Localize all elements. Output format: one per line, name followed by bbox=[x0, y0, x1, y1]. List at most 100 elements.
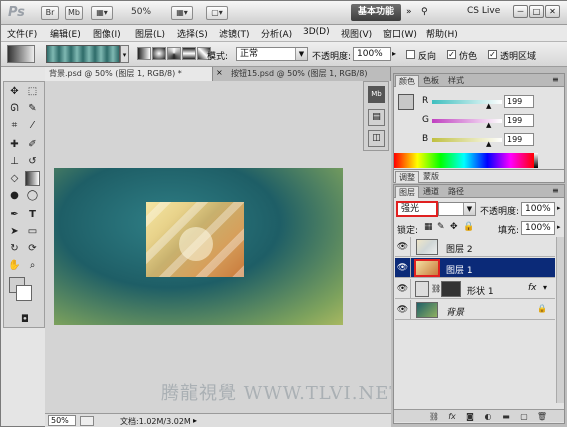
fill-input[interactable]: 100% bbox=[521, 221, 555, 235]
new-layer-icon[interactable]: ▢ bbox=[518, 411, 530, 422]
layer1-name[interactable]: 图层 1 bbox=[446, 263, 473, 276]
layer2-name[interactable]: 图层 2 bbox=[446, 242, 473, 255]
reverse-checkbox[interactable] bbox=[406, 50, 415, 59]
menu-filter[interactable]: 滤镜(T) bbox=[219, 27, 250, 40]
tab-adjustments[interactable]: 调整 bbox=[395, 171, 419, 183]
layer-opacity-input[interactable]: 100% bbox=[521, 202, 555, 216]
status-menu-icon[interactable]: ▸ bbox=[193, 416, 197, 425]
menu-select[interactable]: 选择(S) bbox=[177, 27, 208, 40]
blend-mode-dropdown[interactable]: ▼ bbox=[438, 202, 476, 216]
healing-brush-icon[interactable]: ✚ bbox=[7, 137, 22, 152]
expand-effects-icon[interactable]: ▾ bbox=[543, 283, 547, 292]
current-color-swatch[interactable] bbox=[398, 94, 414, 110]
arrange-documents-button[interactable]: ▦▾ bbox=[171, 6, 193, 20]
link-layers-icon[interactable]: ⛓ bbox=[428, 411, 440, 422]
menu-edit[interactable]: 编辑(E) bbox=[50, 27, 81, 40]
screen-mode-button[interactable]: ▢▾ bbox=[206, 6, 228, 20]
menu-analysis[interactable]: 分析(A) bbox=[261, 27, 292, 40]
fx-icon[interactable]: fx bbox=[528, 283, 537, 293]
background-color-swatch[interactable] bbox=[16, 285, 32, 301]
r-slider-handle-icon[interactable]: ▲ bbox=[486, 102, 491, 110]
history-panel-icon[interactable]: ▤ bbox=[368, 109, 385, 126]
dodge-tool-icon[interactable]: ◯ bbox=[25, 188, 40, 203]
fill-arrow-icon[interactable]: ▸ bbox=[557, 223, 561, 231]
new-group-icon[interactable]: ▬ bbox=[500, 411, 512, 422]
status-bar-icon[interactable] bbox=[80, 416, 94, 426]
lock-transparent-icon[interactable]: ▦ bbox=[424, 222, 433, 232]
lock-all-icon[interactable]: 🔒 bbox=[463, 222, 474, 232]
adjustment-layer-icon[interactable]: ◐ bbox=[482, 411, 494, 422]
gradient-dropdown-icon[interactable]: ▾ bbox=[120, 45, 129, 63]
g-slider[interactable] bbox=[432, 119, 502, 123]
eye-icon[interactable]: 👁 bbox=[395, 237, 411, 257]
bridge-button[interactable]: Br bbox=[41, 6, 59, 20]
maximize-button[interactable]: □ bbox=[529, 5, 544, 18]
lock-pixels-icon[interactable]: ✎ bbox=[437, 222, 445, 232]
mini-bridge-panel-icon[interactable]: Mb bbox=[368, 86, 385, 103]
close-button[interactable]: ✕ bbox=[545, 5, 560, 18]
mode-select[interactable]: 正常 ▼ bbox=[236, 47, 308, 61]
move-tool-icon[interactable]: ✥ bbox=[7, 84, 22, 99]
clone-stamp-icon[interactable]: ⊥ bbox=[7, 154, 22, 169]
b-value-input[interactable]: 199 bbox=[504, 133, 534, 146]
menu-window[interactable]: 窗口(W) bbox=[383, 27, 417, 40]
menu-image[interactable]: 图像(I) bbox=[93, 27, 121, 40]
transparency-checkbox[interactable]: ✓ bbox=[488, 50, 497, 59]
quick-mask-icon[interactable]: ◘ bbox=[16, 312, 34, 327]
shape1-name[interactable]: 形状 1 bbox=[467, 284, 494, 297]
pen-tool-icon[interactable]: ✒ bbox=[7, 207, 22, 222]
zoom-level-menu[interactable]: 50% bbox=[131, 7, 151, 17]
layer-row-layer1[interactable]: 👁 图层 1 bbox=[395, 258, 555, 278]
hand-tool-icon[interactable]: ✋ bbox=[7, 258, 22, 273]
workspace-more-icon[interactable]: » bbox=[406, 7, 412, 17]
history-brush-icon[interactable]: ↺ bbox=[25, 154, 40, 169]
add-style-icon[interactable]: fx bbox=[446, 411, 458, 422]
type-tool-icon[interactable]: T bbox=[25, 207, 40, 222]
layers-scrollbar[interactable] bbox=[556, 237, 564, 403]
tab-styles[interactable]: 样式 bbox=[445, 75, 467, 87]
gradient-tool-icon[interactable] bbox=[25, 171, 40, 186]
panel-menu-icon[interactable]: ≡ bbox=[552, 75, 559, 84]
actions-panel-icon[interactable]: ◫ bbox=[368, 130, 385, 147]
crop-tool-icon[interactable]: ⌗ bbox=[7, 118, 22, 133]
menu-view[interactable]: 视图(V) bbox=[341, 27, 372, 40]
cs-live-button[interactable]: CS Live bbox=[467, 6, 500, 16]
status-zoom-input[interactable]: 50% bbox=[48, 415, 76, 426]
delete-layer-icon[interactable]: 🗑 bbox=[536, 411, 548, 422]
opacity-arrow-icon[interactable]: ▸ bbox=[392, 49, 396, 58]
quick-select-tool-icon[interactable]: ✎ bbox=[25, 101, 40, 116]
layer-row-background[interactable]: 👁 背景 🔒 bbox=[395, 300, 555, 320]
tab-document-1[interactable]: 背景.psd @ 50% (图层 1, RGB/8) * bbox=[45, 67, 213, 81]
layer-row-shape1[interactable]: 👁 ⛓ 形状 1 fx ▾ bbox=[395, 279, 555, 299]
shape-tool-icon[interactable]: ▭ bbox=[25, 224, 40, 239]
search-icon[interactable]: ⚲ bbox=[421, 7, 428, 17]
marquee-tool-icon[interactable]: ⬚ bbox=[25, 84, 40, 99]
background-name[interactable]: 背景 bbox=[446, 305, 464, 318]
zoom-tool-icon[interactable]: ⌕ bbox=[25, 258, 40, 273]
layers-menu-icon[interactable]: ≡ bbox=[552, 186, 559, 195]
brush-tool-icon[interactable]: ✐ bbox=[25, 137, 40, 152]
3d-orbit-tool-icon[interactable]: ⟳ bbox=[25, 241, 40, 256]
tab-channels[interactable]: 通道 bbox=[420, 186, 442, 198]
eraser-tool-icon[interactable]: ◇ bbox=[7, 171, 22, 186]
tab-color[interactable]: 颜色 bbox=[395, 75, 419, 87]
dither-checkbox[interactable]: ✓ bbox=[447, 50, 456, 59]
menu-layer[interactable]: 图层(L) bbox=[135, 27, 165, 40]
mini-bridge-button[interactable]: Mb bbox=[65, 6, 83, 20]
eye-icon[interactable]: 👁 bbox=[395, 279, 411, 299]
b-slider[interactable] bbox=[432, 138, 502, 142]
g-value-input[interactable]: 199 bbox=[504, 114, 534, 127]
color-spectrum-bw[interactable] bbox=[534, 153, 538, 168]
lock-position-icon[interactable]: ✥ bbox=[450, 222, 458, 232]
add-mask-icon[interactable]: ◙ bbox=[464, 411, 476, 422]
color-spectrum[interactable] bbox=[394, 153, 534, 168]
eye-icon[interactable]: 👁 bbox=[395, 258, 411, 278]
gradient-picker[interactable] bbox=[46, 45, 120, 63]
tab-swatches[interactable]: 色板 bbox=[420, 75, 442, 87]
path-select-tool-icon[interactable]: ➤ bbox=[7, 224, 22, 239]
chain-link-icon[interactable]: ⛓ bbox=[431, 284, 441, 293]
layer-row-layer2[interactable]: 👁 图层 2 bbox=[395, 237, 555, 257]
g-slider-handle-icon[interactable]: ▲ bbox=[486, 121, 491, 129]
menu-help[interactable]: 帮助(H) bbox=[426, 27, 458, 40]
guides-menu-button[interactable]: ▦▾ bbox=[91, 6, 113, 20]
